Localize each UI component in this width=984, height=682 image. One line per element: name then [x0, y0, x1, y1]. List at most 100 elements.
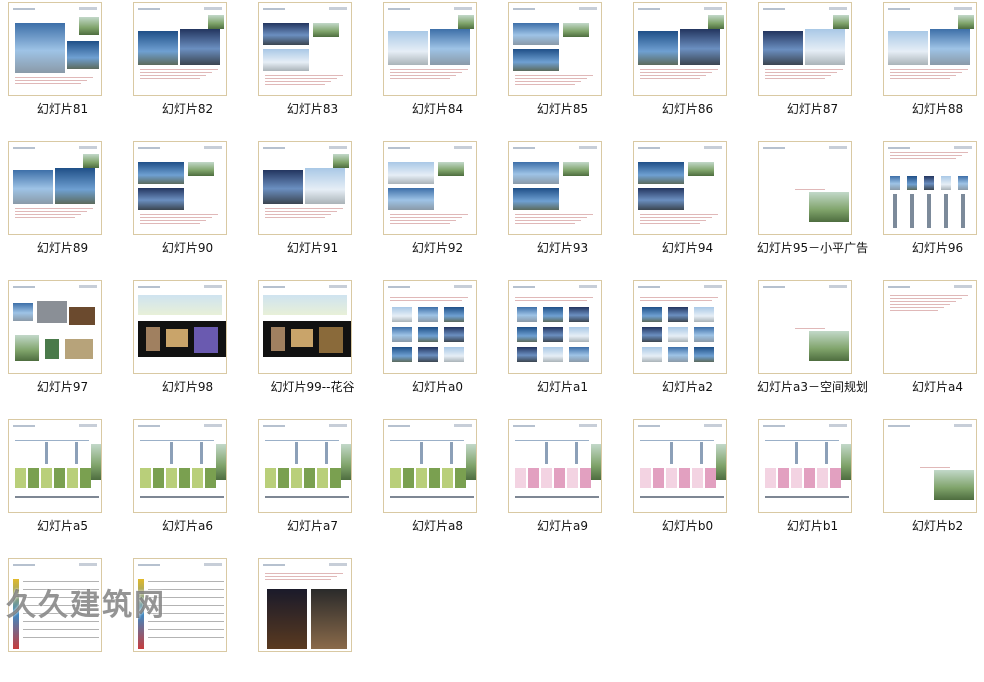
slide-thumbnail[interactable] — [133, 2, 227, 96]
slide-thumbnail[interactable] — [633, 419, 727, 513]
caption-text-line — [890, 301, 956, 302]
caption-text-line — [15, 208, 93, 209]
slide-thumbnail[interactable] — [8, 141, 102, 235]
slide-tile[interactable] — [250, 557, 375, 682]
slide-label: 幻灯片a1 — [537, 380, 588, 394]
slide-tile[interactable]: 幻灯片b1 — [750, 418, 875, 543]
slide-thumbnail[interactable] — [758, 2, 852, 96]
slide-tile[interactable]: 幻灯片a1 — [500, 279, 625, 404]
slide-thumbnail[interactable] — [758, 280, 852, 374]
slide-thumbnail[interactable] — [383, 419, 477, 513]
slide-tile[interactable]: 幻灯片90 — [125, 140, 250, 265]
slide-tile[interactable]: 幻灯片b2 — [875, 418, 984, 543]
slide-tile[interactable]: 幻灯片a7 — [250, 418, 375, 543]
slide-thumbnail[interactable] — [633, 280, 727, 374]
collage-photo — [13, 303, 33, 321]
collage-photo — [15, 335, 39, 361]
slide-thumbnail[interactable] — [758, 141, 852, 235]
slide-tile[interactable]: 幻灯片85 — [500, 1, 625, 126]
slide-thumbnail[interactable] — [383, 2, 477, 96]
caption-text-line — [15, 77, 93, 78]
building-photo — [438, 162, 464, 176]
slide-logo-mark — [79, 563, 97, 566]
slide-tile[interactable]: 幻灯片92 — [375, 140, 500, 265]
planting-strip — [554, 468, 565, 488]
slide-label: 幻灯片a6 — [162, 519, 213, 533]
caption-text-line — [795, 328, 825, 329]
slide-thumbnail[interactable] — [508, 280, 602, 374]
slide-tile[interactable]: 幻灯片83 — [250, 1, 375, 126]
slide-thumbnail[interactable] — [633, 141, 727, 235]
slide-thumbnail[interactable] — [883, 141, 977, 235]
slide-logo-mark — [79, 424, 97, 427]
slide-tile[interactable]: 幻灯片a2 — [625, 279, 750, 404]
slide-tile[interactable]: 幻灯片89 — [0, 140, 125, 265]
slide-tile[interactable]: 幻灯片94 — [625, 140, 750, 265]
section-pole — [325, 442, 328, 464]
slide-thumbnail[interactable] — [508, 141, 602, 235]
slide-tile[interactable]: 幻灯片91 — [250, 140, 375, 265]
slide-thumbnail[interactable] — [8, 280, 102, 374]
slide-thumbnail[interactable] — [258, 141, 352, 235]
planting-strip — [140, 468, 151, 488]
caption-text-line — [265, 84, 325, 85]
slide-thumbnail[interactable] — [383, 280, 477, 374]
collage-photo — [69, 307, 95, 325]
slide-thumbnail[interactable] — [883, 280, 977, 374]
slide-tile[interactable]: 幻灯片87 — [750, 1, 875, 126]
slide-thumbnail[interactable] — [383, 141, 477, 235]
planting-strip — [455, 468, 466, 488]
plant-photo — [216, 444, 226, 480]
slide-thumbnail[interactable] — [258, 558, 352, 652]
slide-tile[interactable]: 幻灯片a3－空间规划 — [750, 279, 875, 404]
slide-tile[interactable]: 幻灯片a8 — [375, 418, 500, 543]
slide-logo-mark — [204, 285, 222, 288]
slide-thumbnail[interactable] — [258, 419, 352, 513]
slide-tile[interactable]: 幻灯片96 — [875, 140, 984, 265]
slide-sorter-grid: 幻灯片81 幻灯片82 幻灯片83 幻灯片84 幻灯片85 幻灯片86 幻灯片87 幻灯片88… — [0, 0, 984, 652]
slide-tile[interactable]: 幻灯片a9 — [500, 418, 625, 543]
slide-tile[interactable]: 幻灯片97 — [0, 279, 125, 404]
caption-text-line — [890, 298, 962, 299]
slide-tile[interactable]: 幻灯片a6 — [125, 418, 250, 543]
slide-tile[interactable]: 幻灯片82 — [125, 1, 250, 126]
slide-thumbnail[interactable] — [133, 419, 227, 513]
slide-thumbnail[interactable] — [758, 419, 852, 513]
planting-strip — [80, 468, 91, 488]
slide-logo-mark — [329, 563, 347, 566]
slide-thumbnail[interactable] — [633, 2, 727, 96]
slide-tile[interactable]: 幻灯片98 — [125, 279, 250, 404]
slide-thumbnail[interactable] — [8, 2, 102, 96]
panel-photo — [271, 327, 285, 351]
slide-tile[interactable]: 幻灯片84 — [375, 1, 500, 126]
slide-thumbnail[interactable] — [133, 280, 227, 374]
slide-thumbnail[interactable] — [133, 141, 227, 235]
slide-header-line — [263, 564, 285, 566]
building-photo — [263, 170, 303, 204]
slide-tile[interactable]: 幻灯片88 — [875, 1, 984, 126]
slide-logo-mark — [704, 146, 722, 149]
slide-thumbnail[interactable] — [508, 2, 602, 96]
slide-logo-mark — [954, 7, 972, 10]
slide-tile[interactable]: 幻灯片81 — [0, 1, 125, 126]
slide-thumbnail[interactable] — [258, 2, 352, 96]
slide-tile[interactable]: 幻灯片99--花谷 — [250, 279, 375, 404]
slide-tile[interactable]: 幻灯片a4 — [875, 279, 984, 404]
slide-header-line — [13, 564, 35, 566]
slide-thumbnail[interactable] — [508, 419, 602, 513]
slide-thumbnail[interactable] — [8, 419, 102, 513]
slide-tile[interactable]: 幻灯片a5 — [0, 418, 125, 543]
slide-thumbnail[interactable] — [258, 280, 352, 374]
slide-tile[interactable]: 幻灯片86 — [625, 1, 750, 126]
slide-thumbnail[interactable] — [883, 419, 977, 513]
slide-tile[interactable]: 幻灯片95－小平广告 — [750, 140, 875, 265]
grid-photo — [668, 327, 688, 342]
slide-tile[interactable]: 幻灯片a0 — [375, 279, 500, 404]
scale-bar — [140, 496, 224, 498]
slide-tile[interactable]: 幻灯片93 — [500, 140, 625, 265]
grid-photo — [444, 307, 464, 322]
slide-tile[interactable]: 幻灯片b0 — [625, 418, 750, 543]
grid-photo — [418, 347, 438, 362]
slide-thumbnail[interactable] — [883, 2, 977, 96]
caption-text-line — [515, 75, 593, 76]
